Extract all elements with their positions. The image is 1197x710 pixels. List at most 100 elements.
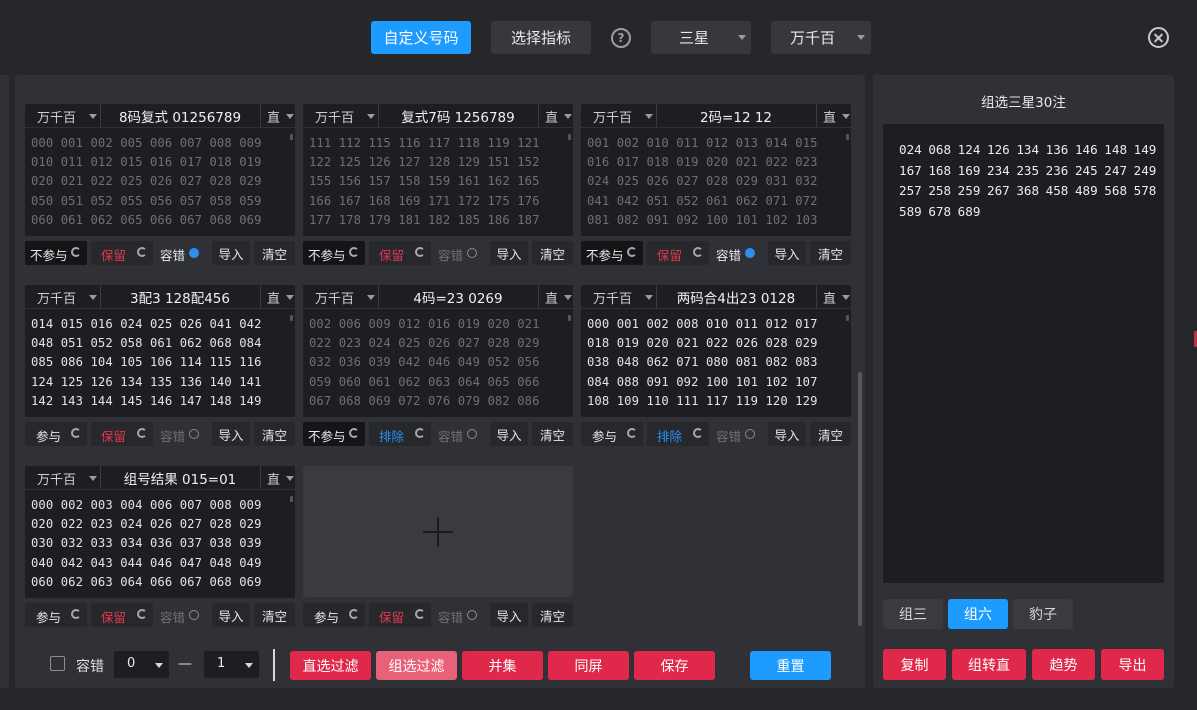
number-list[interactable]: 002 006 009 012 016 019 020 021 022 023 0… [303, 309, 573, 417]
tolerance-radio-icon[interactable] [467, 248, 477, 258]
position-select[interactable]: 万千百 [25, 466, 101, 489]
save-button[interactable]: 保存 [634, 651, 715, 680]
star-select[interactable]: 三星 [651, 21, 751, 54]
card-title[interactable]: 复式7码 1256789 [379, 104, 537, 127]
tolerance-checkbox[interactable] [50, 656, 65, 671]
mode-select[interactable]: 直 [260, 285, 296, 308]
tab-leopard[interactable]: 豹子 [1013, 599, 1073, 629]
clear-button[interactable]: 清空 [532, 422, 573, 446]
tolerance-radio-icon[interactable] [189, 248, 199, 258]
card-title[interactable]: 3配3 128配456 [101, 285, 259, 308]
clear-button[interactable]: 清空 [532, 603, 573, 627]
tolerance-toggle[interactable]: 容错 [434, 603, 486, 627]
reset-button[interactable]: 重置 [750, 651, 831, 680]
participate-toggle[interactable]: 参与 [303, 603, 365, 627]
tolerance-radio-icon[interactable] [189, 429, 199, 439]
import-button[interactable]: 导入 [768, 241, 806, 265]
refresh-icon[interactable] [349, 609, 359, 619]
direct-filter-button[interactable]: 直选过滤 [290, 651, 371, 680]
import-button[interactable]: 导入 [490, 241, 528, 265]
position-select[interactable]: 万千百 [303, 285, 379, 308]
export-button[interactable]: 导出 [1101, 649, 1164, 680]
number-list[interactable]: 000 001 002 008 010 011 012 017 018 019 0… [581, 309, 851, 417]
mode-select[interactable]: 直 [538, 285, 574, 308]
card-title[interactable]: 4码=23 0269 [379, 285, 537, 308]
refresh-icon[interactable] [71, 609, 81, 619]
import-button[interactable]: 导入 [490, 603, 528, 627]
refresh-icon[interactable] [71, 247, 81, 257]
tolerance-toggle[interactable]: 容错 [434, 241, 486, 265]
mode-select[interactable]: 直 [260, 104, 296, 127]
result-box[interactable]: 024 068 124 126 134 136 146 148 149 167 … [883, 124, 1164, 583]
tolerance-toggle[interactable]: 容错 [156, 422, 208, 446]
clear-button[interactable]: 清空 [254, 422, 295, 446]
copy-button[interactable]: 复制 [883, 649, 946, 680]
list-scrollbar[interactable] [568, 134, 571, 140]
position-select[interactable]: 万千百 [771, 21, 871, 54]
refresh-icon[interactable] [137, 428, 147, 438]
refresh-icon[interactable] [349, 247, 359, 257]
list-scrollbar[interactable] [846, 134, 849, 140]
card-title[interactable]: 2码=12 12 [657, 104, 815, 127]
import-button[interactable]: 导入 [212, 241, 250, 265]
group-to-direct-button[interactable]: 组转直 [952, 649, 1026, 680]
card-title[interactable]: 8码复式 01256789 [101, 104, 259, 127]
clear-button[interactable]: 清空 [254, 241, 295, 265]
tolerance-to-select[interactable]: 1 [204, 651, 259, 678]
keep-toggle[interactable]: 保留 [91, 422, 153, 446]
refresh-icon[interactable] [627, 428, 637, 438]
refresh-icon[interactable] [71, 428, 81, 438]
mode-select[interactable]: 直 [260, 466, 296, 489]
number-list[interactable]: 001 002 010 011 012 013 014 015 016 017 0… [581, 128, 851, 236]
tolerance-toggle[interactable]: 容错 [156, 603, 208, 627]
tolerance-toggle[interactable]: 容错 [156, 241, 208, 265]
refresh-icon[interactable] [415, 428, 425, 438]
clear-button[interactable]: 清空 [810, 422, 851, 446]
refresh-icon[interactable] [349, 428, 359, 438]
group-filter-button[interactable]: 组选过滤 [376, 651, 457, 680]
tolerance-radio-icon[interactable] [745, 429, 755, 439]
position-select[interactable]: 万千百 [25, 285, 101, 308]
number-list[interactable]: 111 112 115 116 117 118 119 121 122 125 1… [303, 128, 573, 236]
participate-toggle[interactable]: 参与 [25, 422, 87, 446]
position-select[interactable]: 万千百 [25, 104, 101, 127]
union-button[interactable]: 并集 [462, 651, 543, 680]
tolerance-radio-icon[interactable] [189, 610, 199, 620]
close-icon[interactable] [1148, 27, 1169, 48]
import-button[interactable]: 导入 [490, 422, 528, 446]
trend-button[interactable]: 趋势 [1032, 649, 1095, 680]
list-scrollbar[interactable] [290, 496, 293, 502]
number-list[interactable]: 014 015 016 024 025 026 041 042 048 051 0… [25, 309, 295, 417]
same-screen-button[interactable]: 同屏 [548, 651, 629, 680]
card-title[interactable]: 两码合4出23 0128 [657, 285, 815, 308]
mode-select[interactable]: 直 [538, 104, 574, 127]
refresh-icon[interactable] [693, 247, 703, 257]
custom-numbers-button[interactable]: 自定义号码 [371, 21, 471, 54]
participate-toggle[interactable]: 参与 [25, 603, 87, 627]
number-list[interactable]: 000 002 003 004 006 007 008 009 020 022 0… [25, 490, 295, 598]
clear-button[interactable]: 清空 [254, 603, 295, 627]
import-button[interactable]: 导入 [212, 603, 250, 627]
keep-toggle[interactable]: 保留 [369, 241, 431, 265]
import-button[interactable]: 导入 [768, 422, 806, 446]
tolerance-radio-icon[interactable] [467, 610, 477, 620]
refresh-icon[interactable] [627, 247, 637, 257]
refresh-icon[interactable] [693, 428, 703, 438]
tolerance-toggle[interactable]: 容错 [712, 241, 764, 265]
tolerance-from-select[interactable]: 0 [114, 651, 169, 678]
list-scrollbar[interactable] [846, 315, 849, 321]
help-icon[interactable]: ? [611, 28, 631, 48]
position-select[interactable]: 万千百 [581, 285, 657, 308]
refresh-icon[interactable] [415, 247, 425, 257]
list-scrollbar[interactable] [290, 134, 293, 140]
tolerance-radio-icon[interactable] [467, 429, 477, 439]
participate-toggle[interactable]: 不参与 [303, 422, 365, 446]
select-indicator-button[interactable]: 选择指标 [491, 21, 591, 54]
list-scrollbar[interactable] [568, 315, 571, 321]
mode-select[interactable]: 直 [816, 285, 852, 308]
keep-toggle[interactable]: 保留 [369, 603, 431, 627]
tolerance-radio-icon[interactable] [745, 248, 755, 258]
keep-toggle[interactable]: 保留 [91, 603, 153, 627]
position-select[interactable]: 万千百 [581, 104, 657, 127]
clear-button[interactable]: 清空 [810, 241, 851, 265]
